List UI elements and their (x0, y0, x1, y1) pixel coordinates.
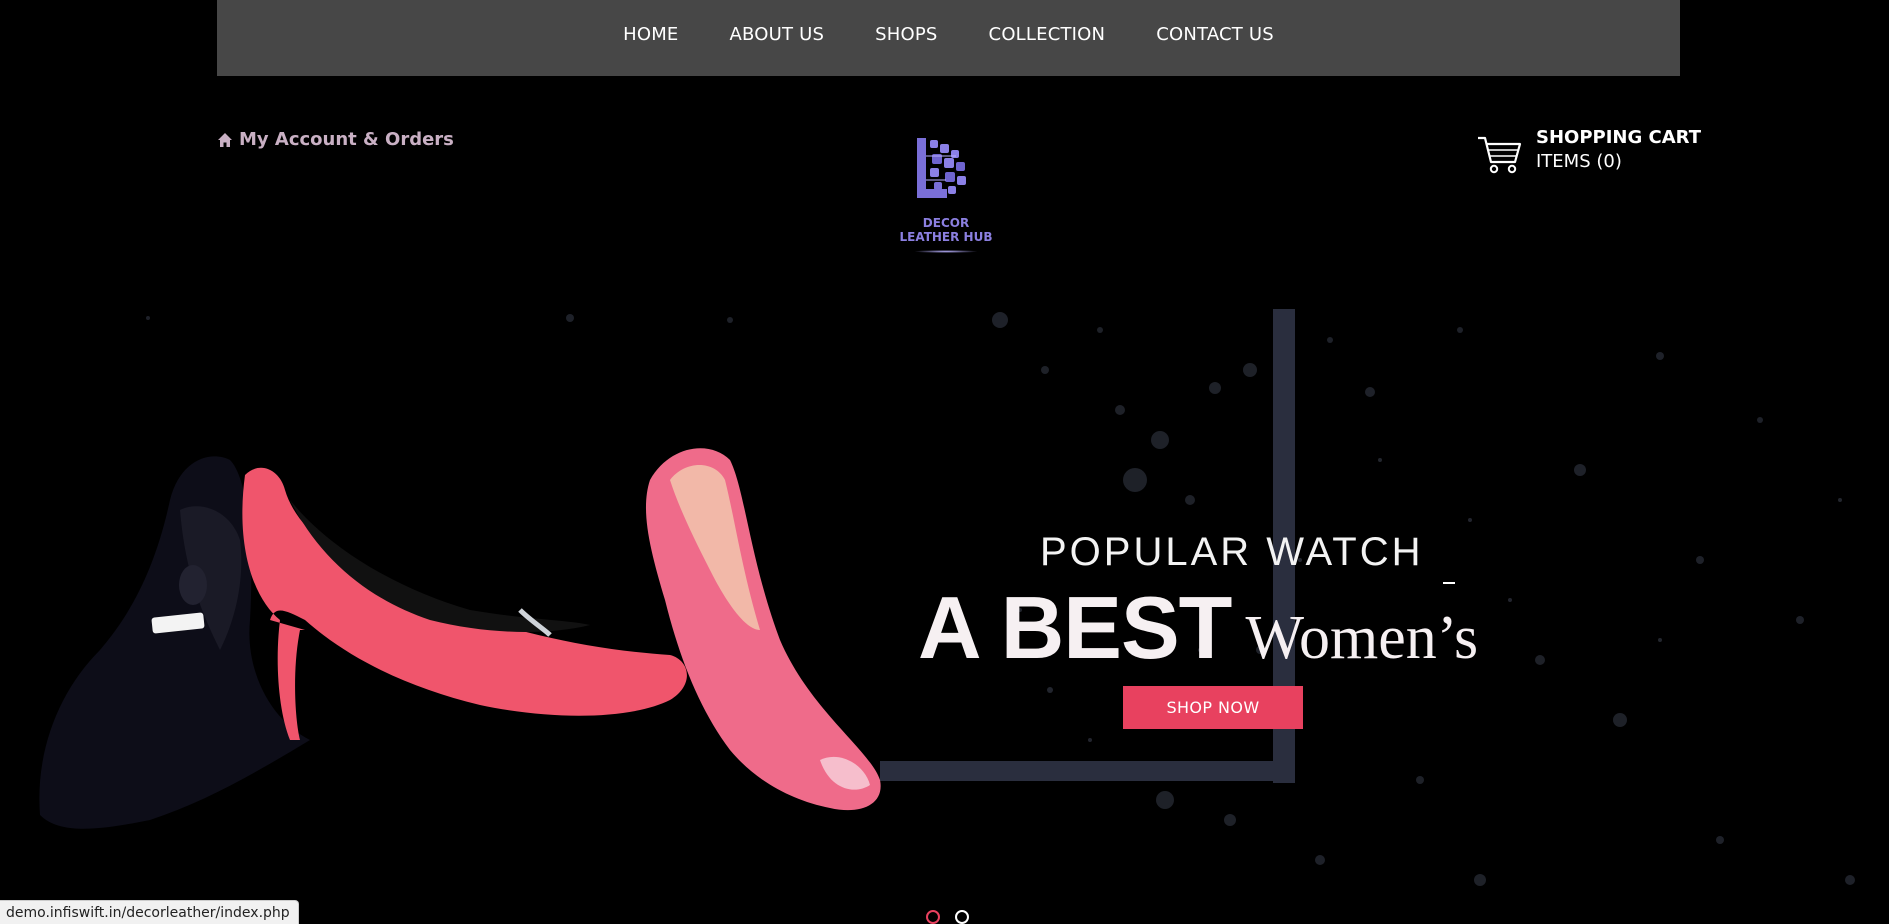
hero-frame-horizontal (880, 761, 1295, 781)
hero-subtitle: POPULAR WATCH (1040, 530, 1424, 574)
hero-title-bold: A BEST (918, 578, 1232, 677)
slider-dot-1[interactable] (926, 910, 940, 924)
browser-status-url: demo.infiswift.in/decorleather/index.php (0, 900, 299, 924)
slider-dot-2[interactable] (955, 910, 969, 924)
shop-now-button[interactable]: SHOP NOW (1123, 686, 1303, 729)
page: HOME ABOUT US SHOPS COLLECTION CONTACT U… (0, 0, 1889, 924)
hero-title-serif: Women’s (1245, 604, 1479, 672)
hero-shoes-image (39, 448, 881, 829)
hero-title: A BEST Women’s (918, 577, 1478, 679)
